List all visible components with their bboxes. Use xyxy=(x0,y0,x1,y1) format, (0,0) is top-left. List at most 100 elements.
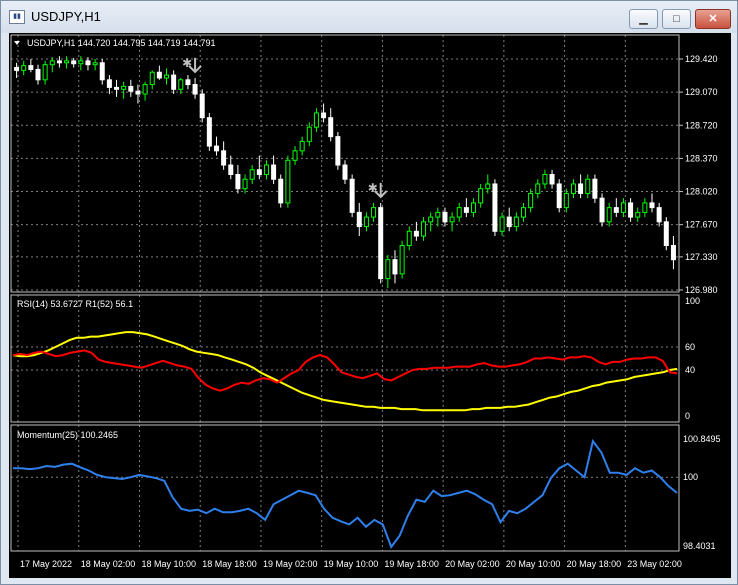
candle-body xyxy=(263,164,269,176)
rsi-lines xyxy=(12,331,678,412)
price-axis-label: 128.020 xyxy=(685,187,718,197)
rsi-axis-label: 40 xyxy=(685,365,695,375)
candle-body xyxy=(349,178,355,213)
rsi-panel-header: RSI(14) 53.6727 R1(52) 56.1 xyxy=(17,299,133,309)
candle-body xyxy=(356,211,362,228)
candle-body xyxy=(92,62,98,66)
candle-body xyxy=(499,216,505,232)
mom-panel-frame xyxy=(10,424,680,552)
candle-body xyxy=(556,183,562,209)
candle-body xyxy=(549,174,555,185)
candle-body xyxy=(313,112,319,128)
candle-body xyxy=(620,202,626,213)
candle-body xyxy=(321,112,327,119)
candle-body xyxy=(649,202,655,209)
momentum-series-line xyxy=(13,438,678,549)
time-axis-label: 20 May 10:00 xyxy=(506,559,561,569)
momentum-lines xyxy=(13,438,678,549)
momentum-axis-label: 100 xyxy=(683,472,698,482)
candle-body xyxy=(156,71,162,79)
candle-body xyxy=(285,159,291,204)
chart-window: ▮▮ USDJPY,H1 ▁ □ ✕ ✱ ✱ 17 May 2022 18 May … xyxy=(0,0,738,585)
candle-body xyxy=(249,169,255,180)
price-axis-label: 129.420 xyxy=(685,54,718,64)
candle-body xyxy=(478,188,484,204)
momentum-panel-header: Momentum(25) 100.2465 xyxy=(17,430,118,440)
candle-body xyxy=(585,178,591,194)
momentum-axis-label: 98.4031 xyxy=(683,541,716,551)
candle-body xyxy=(628,202,634,218)
candle-body xyxy=(342,164,348,180)
candle-body xyxy=(406,230,412,247)
candle-body xyxy=(135,90,141,95)
candle-body xyxy=(192,84,198,95)
maximize-button[interactable]: □ xyxy=(662,9,691,29)
time-axis-label: 20 May 18:00 xyxy=(567,559,622,569)
chart-area[interactable]: ✱ ✱ 17 May 2022 18 May 02:00 18 May 10:00 18… xyxy=(9,33,731,578)
candle-body xyxy=(78,60,84,65)
chart-window-icon: ▮▮ xyxy=(9,10,25,24)
candle-body xyxy=(228,164,234,176)
candle-body xyxy=(570,183,576,194)
candle-body xyxy=(206,117,212,147)
candle-body xyxy=(399,245,405,275)
candle-body xyxy=(35,68,41,81)
time-axis-label: 18 May 10:00 xyxy=(141,559,196,569)
price-candles xyxy=(14,56,676,289)
candle-body xyxy=(428,216,434,223)
rsi-series-line xyxy=(12,349,678,392)
candle-body xyxy=(378,207,384,280)
candle-body xyxy=(64,60,70,64)
price-axis-label: 127.330 xyxy=(685,252,718,262)
time-axis-label: 19 May 18:00 xyxy=(384,559,439,569)
candle-body xyxy=(635,211,641,218)
candle-body xyxy=(306,126,312,142)
candle-body xyxy=(114,86,120,90)
time-axis-label: 18 May 02:00 xyxy=(81,559,136,569)
candle-body xyxy=(371,207,377,218)
candle-body xyxy=(85,60,91,66)
candle-body xyxy=(328,117,334,138)
candle-body xyxy=(670,245,676,261)
candle-body xyxy=(542,174,548,185)
candle-body xyxy=(592,178,598,199)
candle-body xyxy=(292,150,298,161)
title-bar[interactable]: ▮▮ USDJPY,H1 ▁ □ ✕ xyxy=(1,1,737,33)
candle-body xyxy=(385,259,391,280)
candle-body xyxy=(449,216,455,223)
chart-canvas[interactable]: ✱✱ 17 May 2022 18 May 02:00 18 May 10:00 18… xyxy=(9,33,731,578)
price-axis-label: 126.980 xyxy=(685,285,718,295)
candle-body xyxy=(299,140,305,152)
price-axis-label: 128.370 xyxy=(685,153,718,163)
candle-body xyxy=(606,207,612,223)
candle-body xyxy=(663,221,669,247)
minimize-button[interactable]: ▁ xyxy=(629,9,658,29)
candle-body xyxy=(421,221,427,237)
candle-body xyxy=(56,60,62,64)
candle-body xyxy=(256,169,262,175)
candle-body xyxy=(463,207,469,213)
candle-body xyxy=(485,183,491,190)
candle-body xyxy=(599,197,605,223)
time-axis-label: 19 May 10:00 xyxy=(324,559,379,569)
candle-body xyxy=(71,60,77,65)
signal-star-icon: ✱ xyxy=(182,56,192,70)
candle-body xyxy=(142,84,148,95)
candle-body xyxy=(642,202,648,213)
candle-body xyxy=(442,211,448,223)
candle-body xyxy=(28,65,34,70)
candle-body xyxy=(535,183,541,194)
candle-body xyxy=(656,207,662,223)
candle-body xyxy=(213,145,219,152)
candle-body xyxy=(42,64,48,81)
candle-body xyxy=(335,136,341,166)
close-button[interactable]: ✕ xyxy=(695,9,731,29)
time-axis-label: 23 May 02:00 xyxy=(627,559,682,569)
candle-body xyxy=(99,62,105,81)
rsi-axis-label: 60 xyxy=(685,342,695,352)
panel-menu-triangle-icon[interactable] xyxy=(14,41,20,45)
candle-body xyxy=(14,67,20,71)
candle-body xyxy=(392,259,398,275)
candle-body xyxy=(413,230,419,237)
candle-body xyxy=(178,79,184,90)
